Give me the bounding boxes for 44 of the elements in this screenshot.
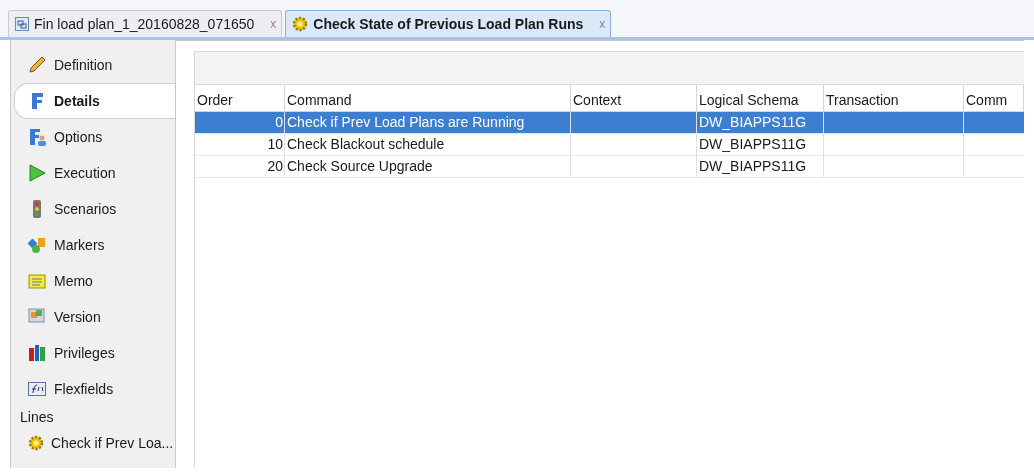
table-row[interactable]: 0 Check if Prev Load Plans are Running DW_BIAPPS11G [195, 112, 1024, 134]
editor-tab[interactable]: Fin load plan_1_20160828_071650 x [8, 10, 283, 37]
column-header[interactable]: Command [285, 85, 571, 111]
sidebar-item[interactable]: Flexfields [11, 371, 175, 407]
line-item[interactable]: Check if Prev Loa... [11, 427, 175, 459]
play-icon [27, 163, 47, 183]
sidebar-item[interactable]: Definition [11, 47, 175, 83]
table-row[interactable]: 10 Check Blackout schedule DW_BIAPPS11G [195, 134, 1024, 156]
editor-tab[interactable]: Check State of Previous Load Plan Runs x [285, 10, 612, 37]
table-cell: DW_BIAPPS11G [697, 156, 824, 177]
table-cell: Check Source Upgrade [285, 156, 571, 177]
sidebar-item[interactable]: Memo [11, 263, 175, 299]
column-header[interactable]: Transaction [824, 85, 964, 111]
tab-label: Fin load plan_1_20160828_071650 [34, 14, 255, 34]
function-icon [27, 379, 47, 399]
column-header[interactable]: Context [571, 85, 697, 111]
sidebar-item[interactable]: Version [11, 299, 175, 335]
sidebar-item[interactable]: Details [14, 83, 175, 119]
column-header[interactable]: Logical Schema [697, 85, 824, 111]
sidebar-item[interactable]: Execution [11, 155, 175, 191]
sidebar-item[interactable]: Markers [11, 227, 175, 263]
table-cell: DW_BIAPPS11G [697, 134, 824, 155]
gear-icon [291, 15, 310, 33]
table-cell: 10 [195, 134, 285, 155]
table-cell: Check Blackout schedule [285, 134, 571, 155]
shapes-icon [27, 235, 47, 255]
table-row[interactable]: 20 Check Source Upgrade DW_BIAPPS11G [195, 156, 1024, 178]
table-cell: DW_BIAPPS11G [697, 112, 824, 133]
table-cell: Check if Prev Load Plans are Running [285, 112, 571, 133]
column-header[interactable]: Comm [964, 85, 1024, 111]
sidebar-item[interactable]: Options [11, 119, 175, 155]
gear-icon [27, 434, 45, 452]
letter-f-user-icon [27, 127, 47, 147]
diagram-icon [14, 16, 30, 32]
sidebar-item[interactable]: Privileges [11, 335, 175, 371]
note-icon [27, 271, 47, 291]
table-cell: 0 [195, 112, 285, 133]
books-icon [27, 343, 47, 363]
tab-label: Check State of Previous Load Plan Runs [313, 14, 584, 34]
pencil-icon [27, 55, 47, 75]
sidebar-item[interactable]: Scenarios [11, 191, 175, 227]
table-cell: 20 [195, 156, 285, 177]
section-label: Lines [19, 408, 55, 427]
column-header[interactable]: Order [195, 85, 285, 111]
